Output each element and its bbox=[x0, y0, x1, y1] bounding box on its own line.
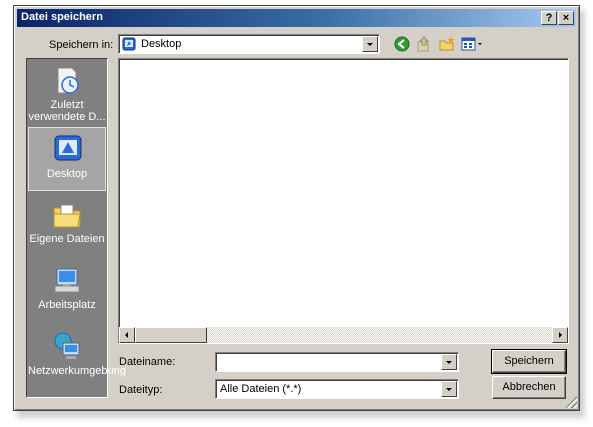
network-places-icon bbox=[54, 332, 80, 359]
place-my-computer-label: Arbeitsplatz bbox=[38, 299, 96, 311]
place-my-documents[interactable]: Eigene Dateien bbox=[28, 195, 106, 259]
view-menu-icon[interactable] bbox=[460, 35, 484, 53]
save-in-select[interactable]: Desktop bbox=[118, 34, 380, 54]
scroll-right-button[interactable] bbox=[552, 327, 568, 343]
resize-grip[interactable] bbox=[565, 396, 577, 408]
place-desktop[interactable]: Desktop bbox=[28, 127, 106, 191]
save-in-label: Speichern in: bbox=[49, 39, 114, 51]
place-network[interactable]: Netzwerkumgebung bbox=[28, 327, 126, 391]
filename-input[interactable] bbox=[215, 352, 459, 372]
save-file-dialog: Datei speichern ? × Speichern in: Deskto… bbox=[13, 5, 580, 411]
scrollbar-thumb[interactable] bbox=[135, 327, 207, 343]
filetype-dropdown-button[interactable] bbox=[441, 381, 457, 397]
my-computer-icon bbox=[54, 268, 80, 293]
desktop-small-icon bbox=[122, 37, 136, 51]
scroll-left-button[interactable] bbox=[119, 327, 135, 343]
file-list[interactable] bbox=[118, 58, 569, 344]
title-bar[interactable]: Datei speichern ? × bbox=[17, 9, 576, 27]
place-recent-label: Zuletzt verwendete D... bbox=[28, 99, 106, 123]
filename-dropdown-button[interactable] bbox=[441, 354, 457, 370]
save-in-value: Desktop bbox=[141, 38, 182, 50]
place-network-label: Netzwerkumgebung bbox=[28, 365, 126, 377]
arrow-right-icon bbox=[559, 332, 562, 338]
recent-documents-icon bbox=[57, 67, 79, 94]
filetype-label: Dateityp: bbox=[119, 384, 163, 396]
back-icon[interactable] bbox=[393, 35, 411, 53]
help-button[interactable]: ? bbox=[541, 11, 557, 25]
places-bar: Zuletzt verwendete D... Desktop Eigene D… bbox=[26, 58, 126, 398]
my-documents-icon bbox=[53, 204, 81, 228]
place-my-computer[interactable]: Arbeitsplatz bbox=[28, 261, 106, 325]
place-my-documents-label: Eigene Dateien bbox=[29, 233, 105, 245]
save-button[interactable]: Speichern bbox=[491, 349, 567, 374]
horizontal-scrollbar[interactable] bbox=[119, 327, 568, 343]
desktop-icon bbox=[54, 135, 82, 161]
place-desktop-label: Desktop bbox=[46, 168, 88, 180]
up-folder-icon[interactable] bbox=[415, 35, 433, 53]
close-button[interactable]: × bbox=[558, 11, 574, 25]
window-title: Datei speichern bbox=[21, 11, 103, 23]
arrow-left-icon bbox=[125, 332, 128, 338]
filetype-value: Alle Dateien (*.*) bbox=[220, 383, 302, 395]
new-folder-icon[interactable] bbox=[438, 35, 456, 53]
filetype-select[interactable]: Alle Dateien (*.*) bbox=[215, 379, 459, 399]
filename-label: Dateiname: bbox=[119, 356, 176, 368]
cancel-button[interactable]: Abbrechen bbox=[492, 376, 566, 399]
save-in-dropdown-button[interactable] bbox=[362, 36, 378, 52]
place-recent[interactable]: Zuletzt verwendete D... bbox=[28, 61, 106, 125]
